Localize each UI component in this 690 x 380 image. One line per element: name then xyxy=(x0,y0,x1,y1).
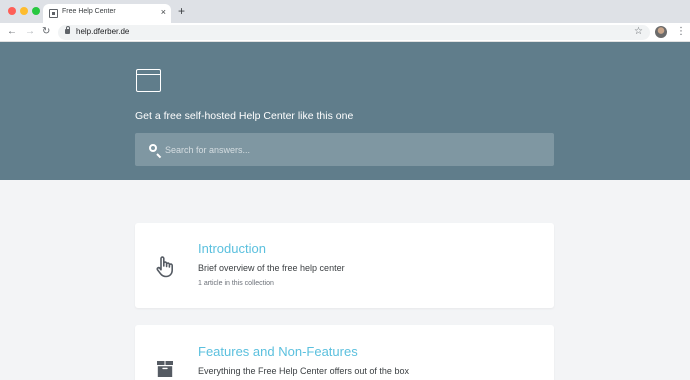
collection-article-count: 1 article in this collection xyxy=(198,280,274,287)
minimize-window-button[interactable] xyxy=(20,7,28,15)
bookmark-star-icon[interactable]: ☆ xyxy=(634,25,643,39)
new-tab-icon[interactable]: + xyxy=(178,4,185,18)
browser-tab-bar: Free Help Center × + xyxy=(0,0,690,23)
browser-window-icon[interactable] xyxy=(136,69,161,92)
collection-description: Everything the Free Help Center offers o… xyxy=(198,366,409,376)
back-arrow-icon[interactable]: ← xyxy=(7,25,17,39)
tab-title: Free Help Center xyxy=(62,8,116,15)
hand-pointer-icon xyxy=(156,256,173,278)
browser-tab[interactable]: Free Help Center × xyxy=(43,4,171,23)
close-window-button[interactable] xyxy=(8,7,16,15)
url-text[interactable]: help.dferber.de xyxy=(76,27,129,36)
browser-toolbar: ← → ↻ help.dferber.de ☆ ⋮ xyxy=(0,23,690,42)
hero-tagline: Get a free self-hosted Help Center like … xyxy=(135,110,354,122)
collection-title[interactable]: Features and Non-Features xyxy=(198,344,358,359)
forward-arrow-icon[interactable]: → xyxy=(25,25,35,39)
search-box[interactable] xyxy=(135,133,554,166)
search-icon xyxy=(149,144,157,152)
maximize-window-button[interactable] xyxy=(32,7,40,15)
tab-close-icon[interactable]: × xyxy=(161,6,166,19)
collection-card-features[interactable]: Features and Non-Features Everything the… xyxy=(135,325,554,380)
hero-header: Get a free self-hosted Help Center like … xyxy=(0,42,690,180)
box-icon xyxy=(157,361,173,377)
favicon-icon xyxy=(49,9,58,18)
collection-card-introduction[interactable]: Introduction Brief overview of the free … xyxy=(135,223,554,308)
collection-description: Brief overview of the free help center xyxy=(198,263,345,273)
address-bar[interactable]: help.dferber.de xyxy=(58,25,650,40)
reload-icon[interactable]: ↻ xyxy=(42,25,50,39)
browser-menu-icon[interactable]: ⋮ xyxy=(676,25,686,39)
collection-title[interactable]: Introduction xyxy=(198,241,266,256)
profile-avatar[interactable] xyxy=(655,26,667,38)
search-input[interactable] xyxy=(165,133,545,166)
lock-icon xyxy=(65,26,70,34)
